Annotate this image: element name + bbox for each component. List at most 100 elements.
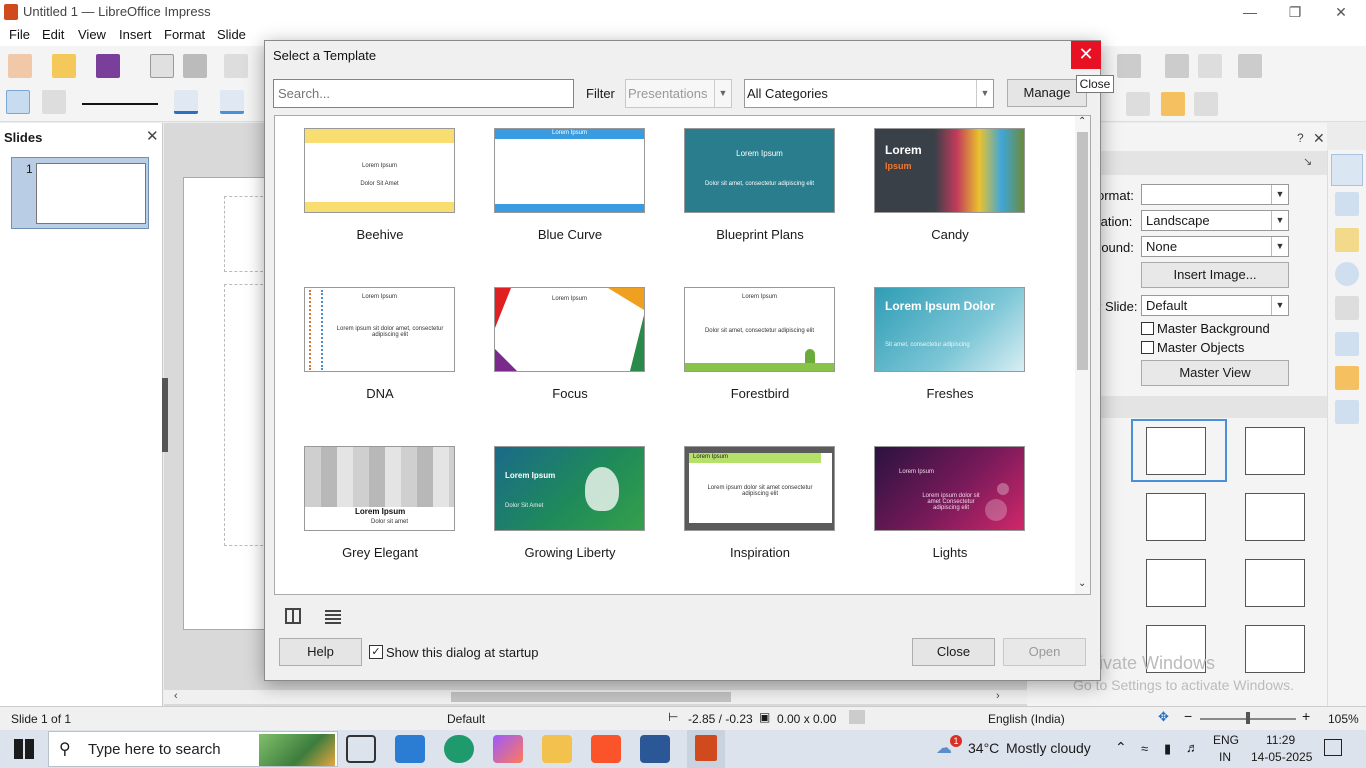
template-blue-curve[interactable]: Lorem Ipsum Blue Curve	[465, 116, 655, 266]
menu-edit[interactable]: Edit	[42, 27, 64, 42]
slide-layout-icon[interactable]	[1238, 54, 1262, 78]
scroll-down-icon[interactable]: ⌄	[1078, 578, 1086, 589]
layout-two-content[interactable]	[1146, 559, 1206, 607]
glue-points-icon[interactable]	[1161, 92, 1185, 116]
export-pdf-icon[interactable]	[150, 54, 174, 78]
close-pane-icon[interactable]: ✕	[146, 127, 159, 145]
zoom-level[interactable]: 105%	[1328, 712, 1359, 726]
layout-title-two-rows[interactable]	[1245, 559, 1305, 607]
template-inspiration[interactable]: Lorem Ipsum Lorem ipsum dolor sit amet c…	[655, 434, 845, 584]
master-background-checkbox[interactable]	[1141, 322, 1154, 335]
master-view-button[interactable]: Master View	[1141, 360, 1289, 386]
tray-chevron-icon[interactable]: ⌃	[1115, 739, 1127, 756]
vscode-icon[interactable]	[395, 735, 425, 763]
scroll-up-icon[interactable]: ⌃	[1078, 116, 1086, 127]
layout-title-content[interactable]	[1146, 427, 1206, 475]
menu-view[interactable]: View	[78, 27, 106, 42]
copilot-icon[interactable]	[493, 735, 523, 763]
sidebar-help-icon[interactable]: ?	[1297, 131, 1304, 145]
brave-icon[interactable]	[591, 735, 621, 763]
clock-time[interactable]: 11:29	[1266, 733, 1295, 747]
network-icon[interactable]: ≈	[1141, 741, 1148, 756]
template-lights[interactable]: Lorem Ipsum Lorem ipsum dolor sit amet C…	[845, 434, 1035, 584]
file-explorer-icon[interactable]	[542, 735, 572, 763]
background-select[interactable]: None ▼	[1141, 236, 1289, 257]
weather-desc[interactable]: Mostly cloudy	[1006, 740, 1091, 756]
slide-transition-tab-icon[interactable]	[1335, 400, 1359, 424]
weather-temp[interactable]: 34°C	[968, 740, 999, 756]
delete-slide-icon[interactable]	[1198, 54, 1222, 78]
minimize-icon[interactable]: —	[1227, 2, 1273, 22]
sidebar-close-icon[interactable]: ✕	[1313, 130, 1325, 147]
menu-insert[interactable]: Insert	[119, 27, 152, 42]
layout-centered-text[interactable]	[1245, 493, 1305, 541]
line-style-icon[interactable]	[82, 103, 158, 105]
select-icon[interactable]	[6, 90, 30, 114]
start-icon[interactable]	[14, 739, 34, 759]
master-slide-icon[interactable]	[1165, 54, 1189, 78]
layout-title-only[interactable]	[1245, 427, 1305, 475]
task-view-icon[interactable]	[346, 735, 376, 763]
close-button[interactable]: Close	[912, 638, 995, 666]
display-views-icon[interactable]	[1117, 54, 1141, 78]
category-select[interactable]: All Categories ▼	[744, 79, 994, 108]
template-grid-scrollbar[interactable]: ⌃ ⌄	[1075, 116, 1090, 594]
thumbnail-view-icon[interactable]	[285, 608, 301, 624]
filter-select[interactable]: Presentations ▼	[625, 79, 732, 108]
horizontal-scrollbar[interactable]: ‹ ›	[164, 690, 1027, 704]
save-icon[interactable]	[96, 54, 120, 78]
zoom-in-icon[interactable]: +	[1302, 708, 1310, 724]
fill-color-icon[interactable]	[220, 90, 244, 114]
show-at-startup-checkbox[interactable]: ✓	[369, 645, 383, 659]
fit-slide-icon[interactable]: ✥	[1158, 709, 1169, 725]
properties-tab-icon[interactable]	[1331, 154, 1363, 186]
template-forestbird[interactable]: Lorem Ipsum Dolor sit amet, consectetur …	[655, 275, 845, 425]
open-icon[interactable]	[52, 54, 76, 78]
edge-icon[interactable]	[444, 735, 474, 763]
master-slides-tab-icon[interactable]	[1335, 332, 1359, 356]
more-options-icon[interactable]: ↘	[1303, 155, 1312, 168]
template-dna[interactable]: Lorem Ipsum Lorem ipsum sit dolor amet, …	[275, 275, 465, 425]
menu-slide[interactable]: Slide	[217, 27, 246, 42]
animation-tab-icon[interactable]	[1335, 366, 1359, 390]
toggle-extrusion-icon[interactable]	[1194, 92, 1218, 116]
layout-six-content[interactable]	[1245, 625, 1305, 673]
shapes-tab-icon[interactable]	[1335, 296, 1359, 320]
template-growing-liberty[interactable]: Lorem Ipsum Dolor Sit Amet Growing Liber…	[465, 434, 655, 584]
line-color-icon[interactable]	[174, 90, 198, 114]
document-modified-icon[interactable]	[849, 710, 865, 724]
scrollbar-thumb[interactable]	[1077, 132, 1088, 370]
template-candy[interactable]: Lorem Ipsum Candy	[845, 116, 1035, 266]
master-objects-checkbox[interactable]	[1141, 341, 1154, 354]
cut-icon[interactable]	[224, 54, 248, 78]
template-freshes[interactable]: Lorem Ipsum Dolor Sit amet, consectetur …	[845, 275, 1035, 425]
points-icon[interactable]	[1126, 92, 1150, 116]
writer-app-icon[interactable]	[640, 735, 670, 763]
zoom-icon[interactable]	[42, 90, 66, 114]
help-button[interactable]: Help	[279, 638, 362, 666]
slide-thumbnail[interactable]: 1	[11, 157, 149, 229]
impress-taskbar-active[interactable]	[687, 730, 725, 768]
pane-splitter[interactable]	[162, 378, 168, 452]
template-search-input[interactable]	[273, 79, 574, 108]
dialog-close-icon[interactable]: ✕	[1071, 41, 1101, 69]
volume-icon[interactable]: ♬	[1186, 740, 1199, 755]
restore-icon[interactable]: ❐	[1272, 2, 1318, 22]
insert-image-button[interactable]: Insert Image...	[1141, 262, 1289, 288]
navigator-tab-icon[interactable]	[1335, 262, 1359, 286]
zoom-slider-handle[interactable]	[1246, 712, 1250, 724]
styles-tab-icon[interactable]	[1335, 192, 1359, 216]
notifications-icon[interactable]	[1324, 739, 1342, 756]
orientation-select[interactable]: Landscape ▼	[1141, 210, 1289, 231]
template-blueprint-plans[interactable]: Lorem Ipsum Dolor sit amet, consectetur …	[655, 116, 845, 266]
language-indicator-2[interactable]: IN	[1219, 750, 1231, 764]
close-window-icon[interactable]: ✕	[1318, 2, 1364, 22]
layout-blank-title[interactable]	[1146, 493, 1206, 541]
menu-format[interactable]: Format	[164, 27, 205, 42]
taskbar-search[interactable]: ⚲ Type here to search	[48, 731, 338, 767]
open-button[interactable]: Open	[1003, 638, 1086, 666]
language[interactable]: English (India)	[988, 712, 1065, 726]
master-slide-select[interactable]: Default ▼	[1141, 295, 1289, 316]
list-view-icon[interactable]	[325, 608, 341, 624]
template-grey-elegant[interactable]: Lorem Ipsum Dolor sit amet Grey Elegant	[275, 434, 465, 584]
